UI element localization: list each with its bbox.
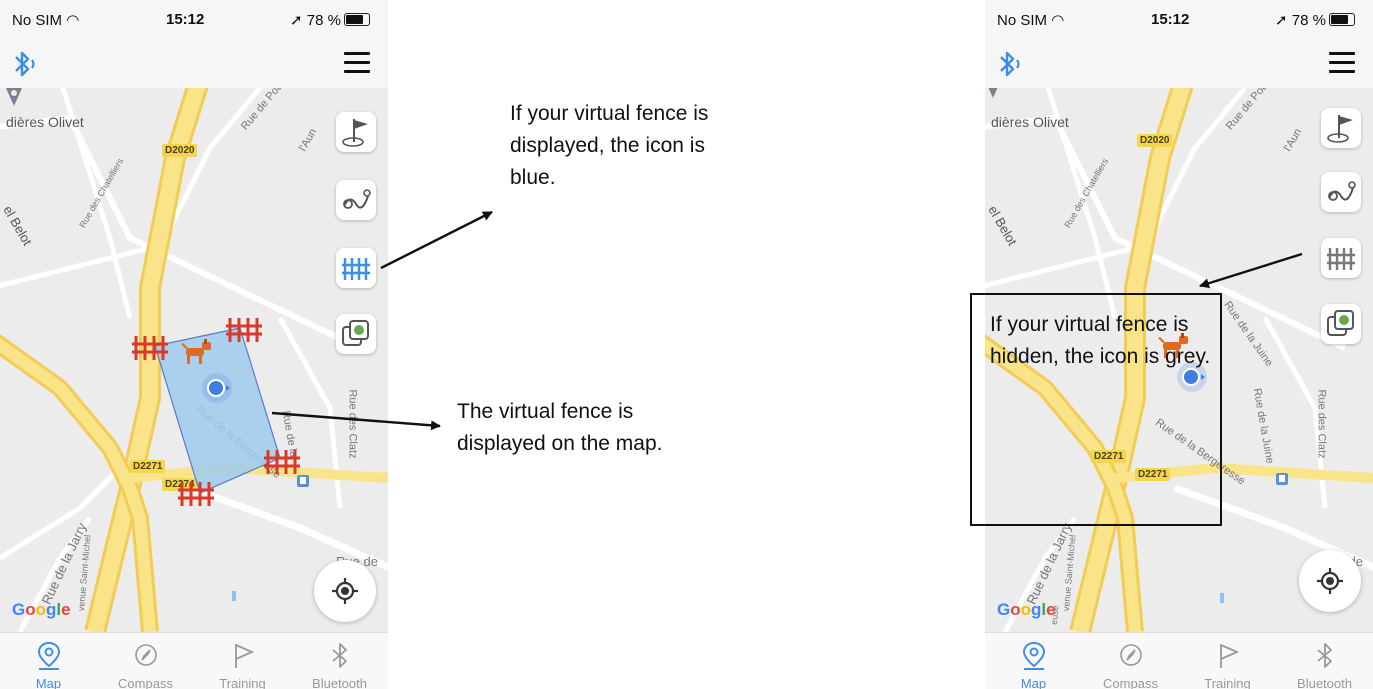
google-logo: Google xyxy=(12,600,71,619)
compass-icon xyxy=(1120,644,1142,666)
map-pin-icon xyxy=(1022,641,1046,670)
app-header xyxy=(985,44,1373,88)
map-pin-icon xyxy=(6,88,22,106)
start-flag-button[interactable] xyxy=(1321,108,1361,148)
compass-icon xyxy=(135,644,157,666)
locate-me-button[interactable] xyxy=(314,560,376,622)
map-label: Rue des Clatz xyxy=(1315,389,1328,459)
tab-compass[interactable]: Compass xyxy=(97,633,194,689)
start-flag-button[interactable] xyxy=(336,112,376,152)
fence-icon xyxy=(342,258,370,280)
map-pin-icon xyxy=(988,88,998,98)
battery-icon xyxy=(1329,13,1355,26)
fence-marker-icon[interactable] xyxy=(132,332,170,362)
user-location-icon xyxy=(202,373,232,403)
virtual-fence-toggle-button[interactable] xyxy=(1321,238,1361,278)
virtual-fence-toggle-button[interactable] xyxy=(336,248,376,288)
arrow-to-fence-button xyxy=(380,210,493,270)
battery-icon xyxy=(344,13,370,26)
annotation-fence-icon-blue: If your virtual fence is displayed, the … xyxy=(510,102,709,189)
flag-target-icon xyxy=(1327,115,1353,143)
fence-marker-icon[interactable] xyxy=(226,314,264,344)
google-logo: Google xyxy=(997,600,1056,619)
annotation-fence-icon-grey: If your virtual fence is hidden, the ico… xyxy=(970,293,1222,526)
dog-marker-icon[interactable] xyxy=(180,336,216,368)
road-badge: D2020 xyxy=(1137,134,1173,147)
tab-map[interactable]: Map xyxy=(0,633,97,689)
bluetooth-icon xyxy=(332,643,347,668)
bluetooth-connected-icon[interactable] xyxy=(995,48,1031,80)
status-bar: No SIM ◠ 15:12 ➚ 78 % xyxy=(985,0,1373,44)
crosshair-icon xyxy=(1317,568,1343,594)
location-arrow-icon: ➚ xyxy=(1275,12,1288,29)
route-button[interactable] xyxy=(1321,172,1361,212)
transit-stop-icon xyxy=(297,475,309,487)
tab-bluetooth[interactable]: Bluetooth xyxy=(291,633,388,689)
route-button[interactable] xyxy=(336,180,376,220)
tab-compass[interactable]: Compass xyxy=(1082,633,1179,689)
map-layers-button[interactable] xyxy=(1321,304,1361,344)
annotation-fence-on-map: The virtual fence is displayed on the ma… xyxy=(457,400,663,455)
tab-training[interactable]: Training xyxy=(1179,633,1276,689)
fence-marker-icon[interactable] xyxy=(264,446,302,476)
bottom-tab-bar: Map Compass Training Bluetooth xyxy=(0,632,388,689)
map-layers-button[interactable] xyxy=(336,314,376,354)
hamburger-menu-icon[interactable] xyxy=(344,52,370,74)
bottom-tab-bar: Map Compass Training Bluetooth xyxy=(985,632,1373,689)
location-arrow-icon: ➚ xyxy=(290,12,303,29)
transit-stop-icon xyxy=(1276,473,1288,485)
clock: 15:12 xyxy=(1151,11,1190,28)
locate-me-button[interactable] xyxy=(1299,550,1361,612)
carrier-text: No SIM ◠ xyxy=(997,12,1065,29)
battery-indicator: ➚ 78 % xyxy=(290,11,370,29)
clock: 15:12 xyxy=(166,11,205,28)
hamburger-menu-icon[interactable] xyxy=(1329,52,1355,74)
bluetooth-connected-icon[interactable] xyxy=(10,48,46,80)
map-layers-icon xyxy=(342,320,369,346)
carrier-text: No SIM ◠ xyxy=(12,12,80,29)
wifi-icon: ◠ xyxy=(66,12,80,29)
app-header xyxy=(0,44,388,88)
battery-indicator: ➚ 78 % xyxy=(1275,11,1355,29)
map-layers-icon xyxy=(1327,310,1354,336)
flag-target-icon xyxy=(342,119,368,147)
bluetooth-icon xyxy=(1317,643,1332,668)
tab-bluetooth[interactable]: Bluetooth xyxy=(1276,633,1373,689)
flag-icon xyxy=(1220,644,1240,668)
phone-screen-fence-visible: No SIM ◠ 15:12 ➚ 78 % dières Olivet el B… xyxy=(0,0,388,689)
map-view[interactable]: dières Olivet el Belot Rue de Poun l'Aun… xyxy=(0,88,388,632)
fence-icon xyxy=(1327,248,1355,270)
route-icon xyxy=(343,189,371,209)
fence-marker-icon[interactable] xyxy=(178,478,216,508)
map-label: dières Olivet xyxy=(991,114,1069,130)
crosshair-icon xyxy=(332,578,358,604)
flag-icon xyxy=(235,644,255,668)
tab-map[interactable]: Map xyxy=(985,633,1082,689)
route-icon xyxy=(1328,181,1356,201)
wifi-icon: ◠ xyxy=(1051,12,1065,29)
status-bar: No SIM ◠ 15:12 ➚ 78 % xyxy=(0,0,388,44)
tab-training[interactable]: Training xyxy=(194,633,291,689)
map-pin-icon xyxy=(37,641,61,670)
